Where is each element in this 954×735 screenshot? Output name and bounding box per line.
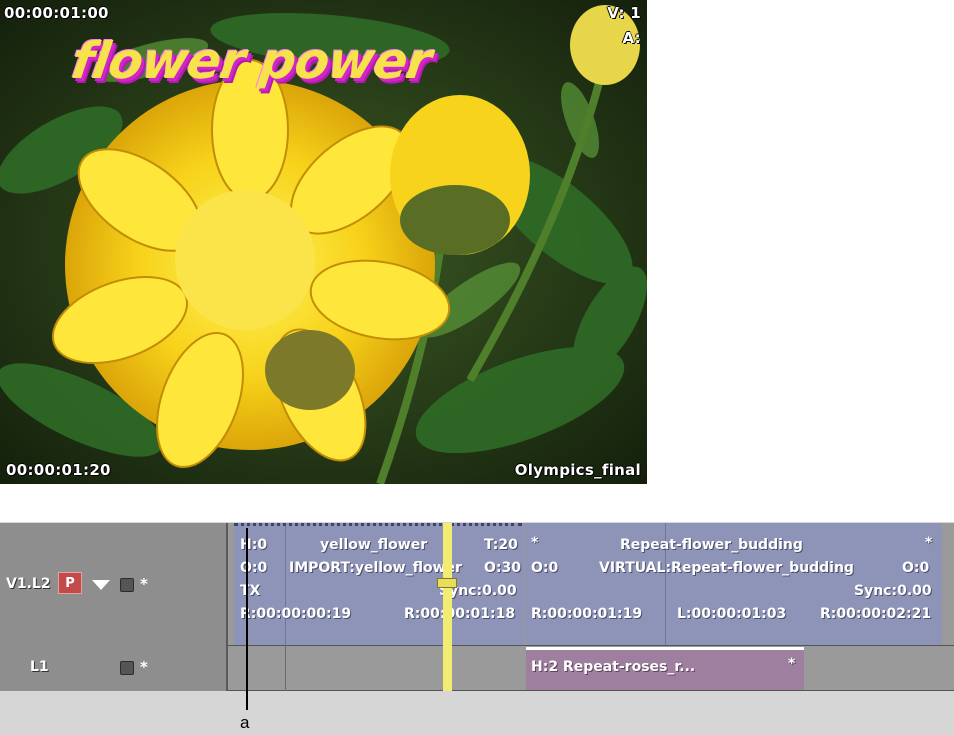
l1-grid-line xyxy=(285,645,286,691)
clip-offset: O:0 xyxy=(240,560,268,576)
clip-name: yellow_flower xyxy=(320,537,428,553)
timecode-bottom: 00:00:01:20 xyxy=(6,461,111,479)
clip-label: H:2 Repeat-roses_r... xyxy=(531,659,696,675)
clip-sync: Sync:0.00 xyxy=(854,583,932,599)
clip-star-right: * xyxy=(925,535,933,551)
video-viewer[interactable]: flower power 00:00:01:00 V: 1 A: 00:00:0… xyxy=(0,0,647,484)
track-lock-button-l1[interactable] xyxy=(120,661,134,675)
track-separator xyxy=(228,645,954,646)
clip-offset: O:0 xyxy=(531,560,559,576)
track-lock-button-v1[interactable] xyxy=(120,578,134,592)
track-star-v1: * xyxy=(140,575,148,593)
clip-range-in: R:00:00:01:19 xyxy=(531,606,643,622)
callout-line xyxy=(246,528,248,710)
clip-source: IMPORT:yellow_flower xyxy=(289,560,462,576)
clip-transition: T:20 xyxy=(484,537,518,553)
timecode-top: 00:00:01:00 xyxy=(4,4,109,22)
audio-track-indicator: A: xyxy=(622,29,641,47)
clip-tx: TX xyxy=(240,583,261,599)
clip-star-left: * xyxy=(531,535,539,551)
track-label-l1: L1 xyxy=(30,659,49,675)
clip-selection-dots xyxy=(234,523,522,526)
clip-range-in: R:00:00:00:19 xyxy=(240,606,352,622)
playhead[interactable] xyxy=(443,523,452,691)
track-label-v1: V1.L2 xyxy=(6,576,51,592)
video-track-indicator: V: 1 xyxy=(607,4,641,22)
clip-star: * xyxy=(788,656,796,672)
clip-range-out: R:00:00:01:18 xyxy=(404,606,516,622)
clip-name: Repeat-flower_budding xyxy=(620,537,803,553)
clip-repeat-roses[interactable]: H:2 Repeat-roses_r... * xyxy=(526,647,804,690)
clip-repeat-flower-budding[interactable]: * Repeat-flower_budding * O:0 VIRTUAL:Re… xyxy=(525,523,942,645)
clip-offset-right: O:30 xyxy=(484,560,521,576)
clip-name-overlay: Olympics_final xyxy=(514,461,641,479)
primary-track-button[interactable]: P xyxy=(58,572,82,594)
playhead-handle[interactable] xyxy=(437,578,457,588)
track-dropdown-icon[interactable] xyxy=(92,580,110,590)
clip-source: VIRTUAL:Repeat-flower_budding xyxy=(599,560,854,576)
title-overlay-text: flower power xyxy=(67,32,435,90)
clip-divider xyxy=(285,523,286,645)
clip-range-out: R:00:00:02:21 xyxy=(820,606,932,622)
clip-offset-right: O:0 xyxy=(902,560,930,576)
track-separator xyxy=(228,690,954,691)
clip-length: L:00:00:01:03 xyxy=(677,606,787,622)
clip-yellow-flower[interactable]: H:0 yellow_flower T:20 O:0 IMPORT:yellow… xyxy=(234,523,524,645)
track-star-l1: * xyxy=(140,658,148,676)
callout-label: a xyxy=(240,713,250,732)
clip-handle: H:0 xyxy=(240,537,268,553)
